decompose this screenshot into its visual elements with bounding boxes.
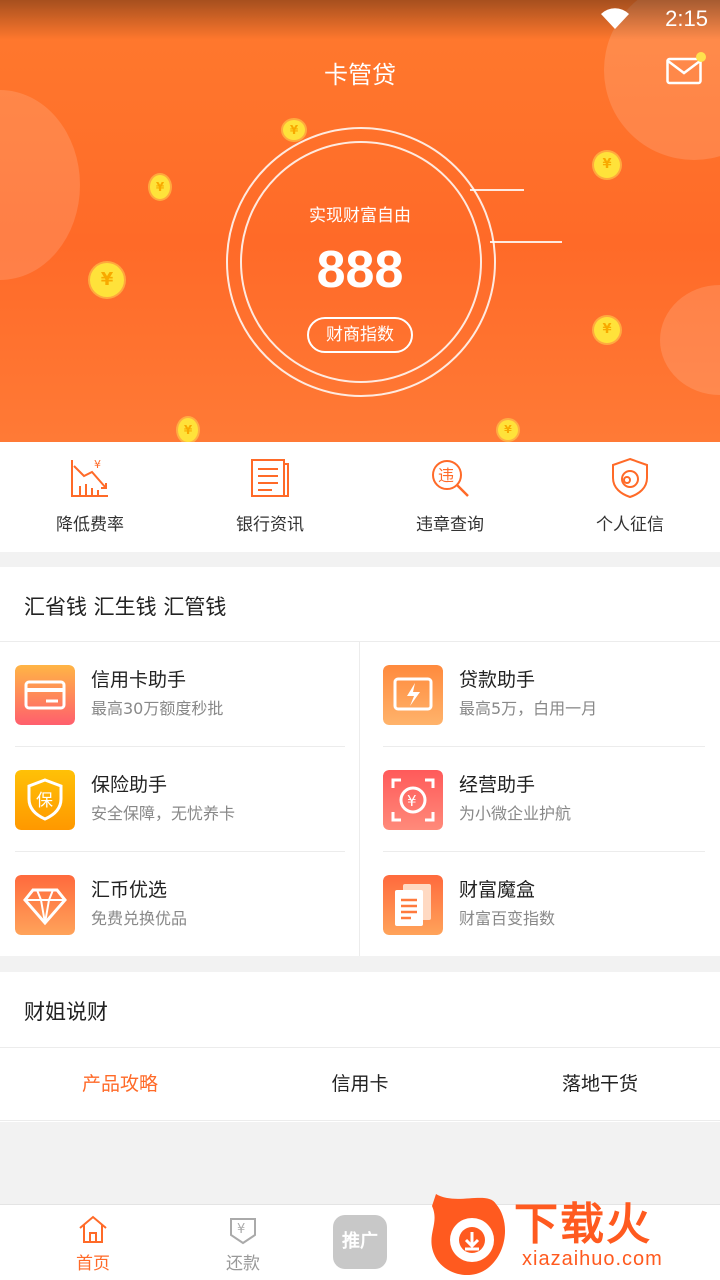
quick-label: 个人征信 — [596, 515, 664, 535]
quick-label: 银行资讯 — [236, 515, 304, 535]
app-title: 卡管贷 — [324, 61, 396, 89]
talk-section: 财姐说财 产品攻略 信用卡 落地干货 — [0, 972, 720, 1122]
service-desc: 最高5万，白用一月 — [459, 699, 598, 718]
tab-repay[interactable]: ¥ 还款 — [183, 1205, 303, 1280]
quick-label: 降低费率 — [56, 515, 124, 535]
service-name: 财富魔盒 — [459, 879, 536, 901]
service-desc: 财富百变指数 — [459, 909, 556, 928]
hero-caption: 实现财富自由 — [309, 206, 411, 226]
svg-text:违: 违 — [438, 466, 454, 485]
ring-accent-line — [470, 189, 524, 191]
coin-icon: ¥ — [594, 152, 620, 178]
coin-icon: ¥ — [498, 420, 518, 440]
quick-label: 违章查询 — [416, 515, 484, 535]
quick-item-rate[interactable]: ¥ 降低费率 — [0, 442, 180, 552]
service-desc: 安全保障，无忧养卡 — [91, 804, 236, 823]
rate-down-icon: ¥ — [71, 458, 108, 497]
coin-icon: ¥ — [90, 263, 124, 297]
status-bar: 2:15 — [0, 0, 720, 40]
notification-dot — [696, 52, 706, 62]
lightning-card-icon — [383, 665, 443, 725]
services-section: 汇省钱 汇生钱 汇管钱 信用卡助手 最高30万额度秒批 贷款助手 最高5万，白用… — [0, 567, 720, 956]
tab-credit-card[interactable]: 信用卡 — [240, 1048, 480, 1120]
flame-logo-icon — [431, 1194, 506, 1276]
coin-icon: ¥ — [594, 317, 620, 343]
quick-item-bank-news[interactable]: 银行资讯 — [180, 442, 360, 552]
business-badge-text: ¥ — [407, 792, 417, 810]
tab-product-guide[interactable]: 产品攻略 — [0, 1048, 240, 1120]
service-card-loan[interactable]: 贷款助手 最高5万，白用一月 — [383, 643, 720, 747]
promo-button[interactable]: 推广 — [333, 1215, 387, 1269]
document-stack-icon — [383, 875, 443, 935]
service-card-coin-mall[interactable]: 汇币优选 免费兑换优品 — [15, 853, 360, 957]
divider — [0, 1120, 720, 1121]
decor-circle — [660, 285, 720, 395]
hero-banner: 2:15 卡管贷 实现财富自由 888 财商指数 ¥ ¥ ¥ ¥ ¥ ¥ ¥ — [0, 0, 720, 442]
service-card-insurance[interactable]: 保 保险助手 安全保障，无忧养卡 — [15, 748, 360, 852]
service-name: 经营助手 — [459, 774, 536, 796]
service-desc: 免费兑换优品 — [91, 909, 188, 928]
service-desc: 最高30万额度秒批 — [91, 699, 224, 718]
status-time: 2:15 — [665, 6, 708, 31]
violation-search-icon: 违 — [432, 460, 469, 497]
talk-tabs: 产品攻略 信用卡 落地干货 — [0, 1048, 720, 1120]
coin-icon: ¥ — [150, 175, 170, 199]
service-desc: 为小微企业护航 — [459, 804, 572, 823]
insurance-badge-text: 保 — [36, 791, 53, 811]
tab-label: 还款 — [226, 1254, 260, 1274]
credit-shield-icon — [612, 457, 648, 499]
watermark-url: xiazaihuo.com — [522, 1248, 663, 1270]
service-name: 保险助手 — [91, 774, 168, 796]
repay-icon: ¥ — [230, 1218, 256, 1245]
watermark-text: 下载火 — [514, 1199, 652, 1250]
svg-text:¥: ¥ — [237, 1222, 245, 1237]
coin-icon: ¥ — [178, 418, 198, 442]
home-icon — [79, 1215, 107, 1243]
wifi-icon — [601, 8, 629, 29]
quick-item-violation[interactable]: 违 违章查询 — [360, 442, 540, 552]
watermark-logo: 下载火 xiazaihuo.com — [426, 1186, 720, 1280]
section-title: 财姐说财 — [24, 1000, 108, 1024]
svg-text:¥: ¥ — [94, 458, 101, 471]
business-yuan-icon: ¥ — [383, 770, 443, 830]
wealth-index-button[interactable]: 财商指数 — [307, 317, 413, 353]
tab-home[interactable]: 首页 — [33, 1205, 153, 1280]
service-card-credit-card[interactable]: 信用卡助手 最高30万额度秒批 — [15, 643, 360, 747]
quick-item-credit[interactable]: 个人征信 — [540, 442, 720, 552]
credit-card-icon — [15, 665, 75, 725]
diamond-icon — [15, 875, 75, 935]
tab-label: 首页 — [76, 1254, 110, 1274]
service-name: 贷款助手 — [459, 669, 536, 691]
section-title: 汇省钱 汇生钱 汇管钱 — [24, 595, 227, 619]
divider — [0, 641, 720, 642]
insurance-shield-icon: 保 — [15, 770, 75, 830]
service-card-business[interactable]: ¥ 经营助手 为小微企业护航 — [383, 748, 720, 852]
app-screen: 2:15 卡管贷 实现财富自由 888 财商指数 ¥ ¥ ¥ ¥ ¥ ¥ ¥ ¥ — [0, 0, 720, 1280]
service-card-wealth-box[interactable]: 财富魔盒 财富百变指数 — [383, 853, 720, 957]
coin-icon: ¥ — [283, 120, 305, 140]
service-name: 汇币优选 — [91, 879, 168, 901]
bank-news-icon — [251, 459, 289, 497]
tab-practical-tips[interactable]: 落地干货 — [480, 1048, 720, 1120]
quick-nav: ¥ 降低费率 银行资讯 违 违章查询 个人征信 — [0, 442, 720, 552]
service-name: 信用卡助手 — [91, 669, 187, 691]
